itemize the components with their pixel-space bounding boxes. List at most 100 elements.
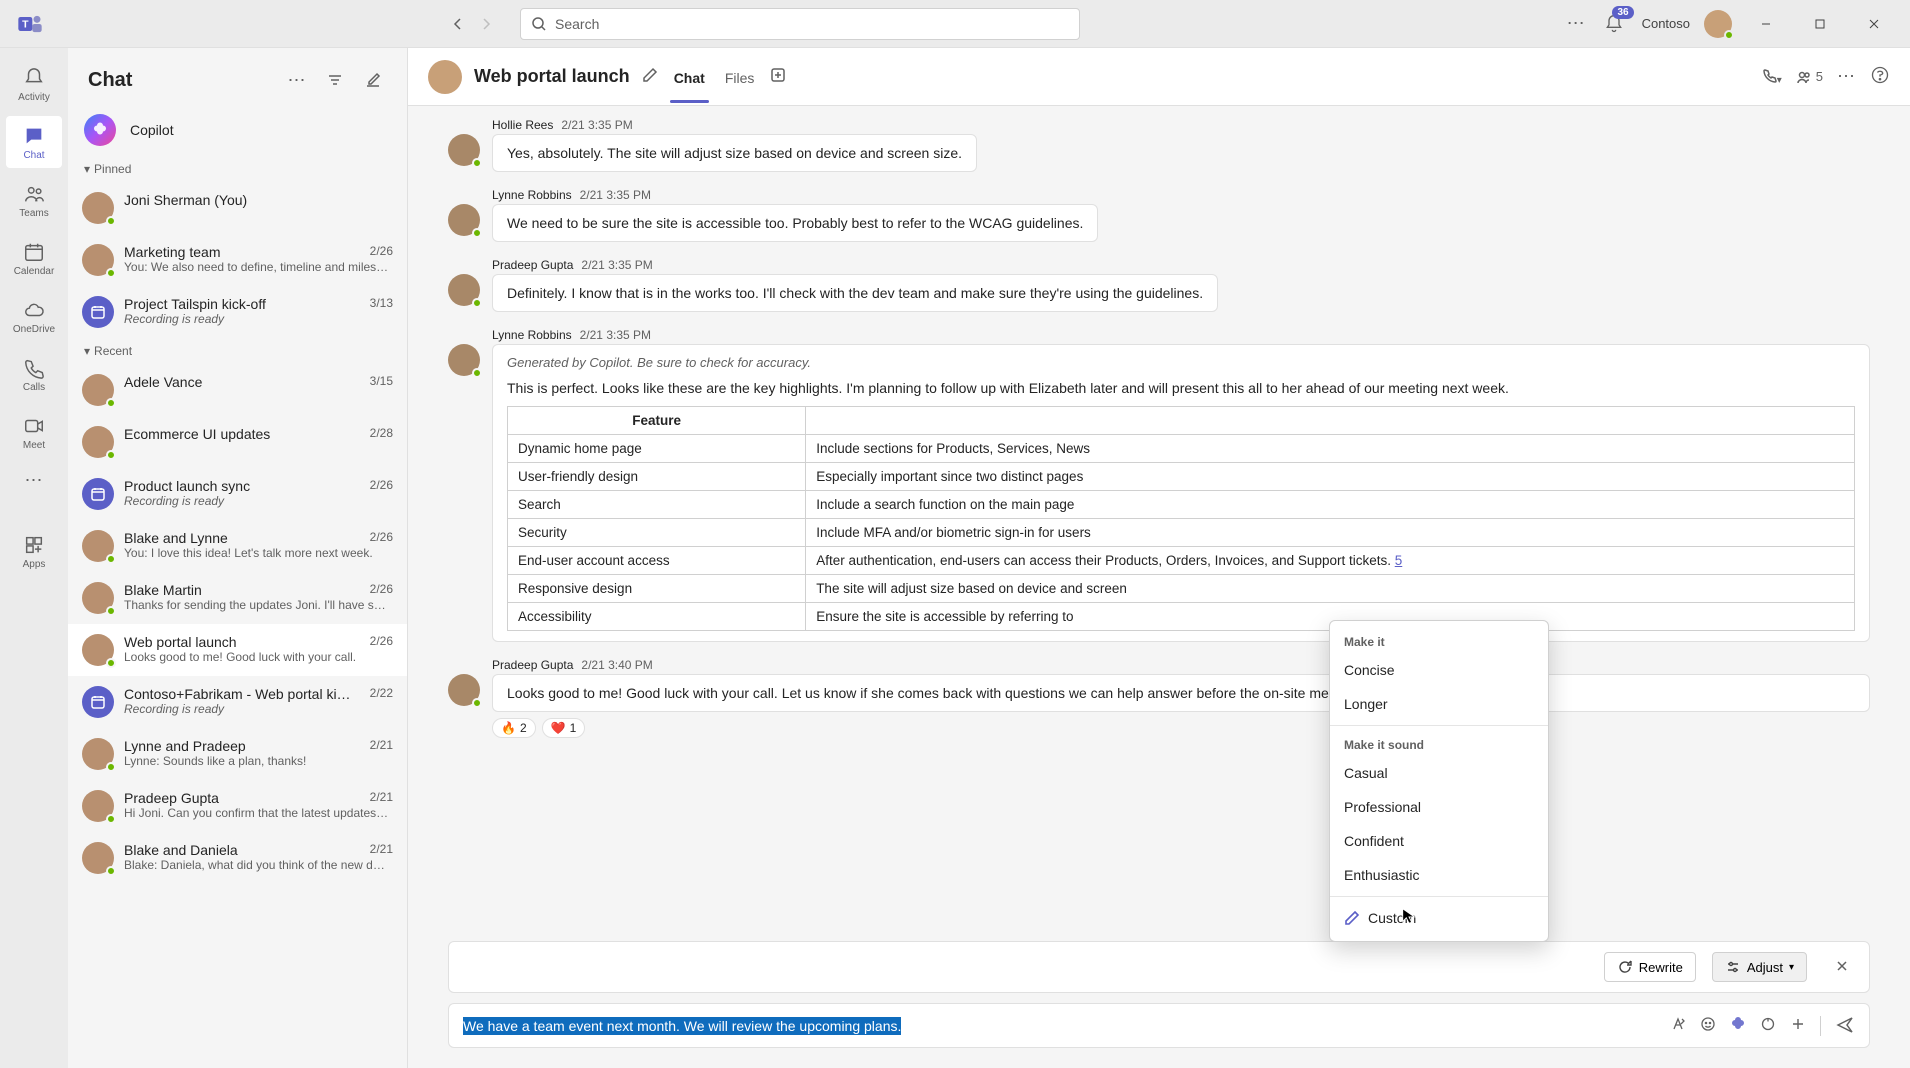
chat-list-item[interactable]: Marketing team2/26You: We also need to d… [68,234,407,286]
filter-button[interactable] [321,66,349,94]
chat-item-name: Joni Sherman (You) [124,192,247,208]
call-button[interactable]: ▾ [1761,67,1782,86]
reaction-fire[interactable]: 🔥 2 [492,718,536,738]
chat-item-name: Marketing team [124,244,220,260]
new-chat-button[interactable] [359,66,387,94]
compose-box[interactable]: We have a team event next month. We will… [448,1003,1870,1048]
rail-chat[interactable]: Chat [6,116,62,168]
adjust-enthusiastic[interactable]: Enthusiastic [1330,858,1548,892]
chat-list-item[interactable]: Ecommerce UI updates2/28 [68,416,407,468]
chat-item-preview: You: I love this idea! Let's talk more n… [124,546,393,560]
chat-item-name: Contoso+Fabrikam - Web portal ki… [124,686,351,702]
rail-apps[interactable]: Apps [6,525,62,577]
msg-bubble: Definitely. I know that is in the works … [492,274,1218,312]
conv-avatar [428,60,462,94]
caret-down-icon: ▾ [84,162,90,176]
more-button[interactable]: ⋯ [1567,13,1586,34]
msg-author: Lynne Robbins [492,328,572,342]
nav-forward-button[interactable] [472,10,500,38]
table-cell: The site will adjust size based on devic… [806,575,1855,603]
presence-dot [1724,30,1734,40]
compose-text[interactable]: We have a team event next month. We will… [463,1018,1662,1034]
copilot-compose-button[interactable] [1730,1016,1746,1035]
send-button[interactable] [1835,1015,1855,1038]
chat-list-item[interactable]: Contoso+Fabrikam - Web portal ki…2/22Rec… [68,676,407,728]
search-input[interactable]: Search [520,8,1080,40]
minimize-button[interactable] [1746,8,1786,40]
chat-item-name: Ecommerce UI updates [124,426,270,442]
chat-list-item[interactable]: Blake and Lynne2/26You: I love this idea… [68,520,407,572]
avatar [448,134,480,166]
close-button[interactable] [1854,8,1894,40]
avatar [448,344,480,376]
adjust-casual[interactable]: Casual [1330,756,1548,790]
tab-chat[interactable]: Chat [670,52,709,102]
message: Hollie Rees2/21 3:35 PMYes, absolutely. … [448,116,1870,172]
rail-calendar[interactable]: Calendar [6,232,62,284]
copilot-item[interactable]: Copilot [68,104,407,156]
add-tab-button[interactable] [770,67,786,86]
format-button[interactable] [1670,1016,1686,1035]
caret-down-icon: ▾ [84,344,90,358]
conv-more-button[interactable]: ⋯ [1837,66,1856,87]
adjust-professional[interactable]: Professional [1330,790,1548,824]
chat-list-item[interactable]: Blake Martin2/26Thanks for sending the u… [68,572,407,624]
rail-onedrive[interactable]: OneDrive [6,290,62,342]
apps-icon [22,533,46,557]
rail-more-button[interactable]: ⋯ [25,470,44,491]
chat-list-item[interactable]: Web portal launch2/26Looks good to me! G… [68,624,407,676]
copilot-pane-button[interactable] [1870,65,1890,88]
chatlist-more-button[interactable]: ⋯ [283,66,311,94]
search-placeholder: Search [555,16,599,32]
copilot-compose-bar: Rewrite Adjust ▾ Make it Concise Longer [448,941,1870,993]
rail-label: Chat [23,150,44,161]
avatar [82,426,114,458]
msg-author: Pradeep Gupta [492,658,573,672]
chat-list-item[interactable]: Adele Vance3/15 [68,364,407,416]
table-cell: Especially important since two distinct … [806,463,1855,491]
avatar [82,738,114,770]
chat-list-item[interactable]: Joni Sherman (You) [68,182,407,234]
edit-title-button[interactable] [642,67,658,86]
adjust-menu: Make it Concise Longer Make it sound Cas… [1329,620,1549,942]
people-button[interactable]: 5 [1796,69,1823,85]
conversation-header: Web portal launch Chat Files ▾ 5 ⋯ [408,48,1910,106]
adjust-custom[interactable]: Custom [1330,901,1548,935]
avatar [448,674,480,706]
reference-link[interactable]: 5 [1395,553,1403,568]
chat-list-item[interactable]: Lynne and Pradeep2/21Lynne: Sounds like … [68,728,407,780]
tab-files[interactable]: Files [721,52,759,102]
chat-list-item[interactable]: Product launch sync2/26Recording is read… [68,468,407,520]
emoji-button[interactable] [1700,1016,1716,1035]
chat-list-item[interactable]: Blake and Daniela2/21Blake: Daniela, wha… [68,832,407,884]
loop-button[interactable] [1760,1016,1776,1035]
rail-calls[interactable]: Calls [6,348,62,400]
rail-meet[interactable]: Meet [6,406,62,458]
reaction-heart[interactable]: ❤️ 1 [542,718,586,738]
nav-back-button[interactable] [444,10,472,38]
adjust-button[interactable]: Adjust ▾ [1712,952,1807,982]
msg-time: 2/21 3:35 PM [581,258,652,272]
close-copilot-bar[interactable] [1829,953,1855,982]
chat-item-preview: Hi Joni. Can you confirm that the latest… [124,806,393,820]
app-rail: Activity Chat Teams Calendar OneDrive Ca… [0,48,68,1068]
menu-section-label: Make it [1330,627,1548,653]
user-avatar[interactable] [1704,10,1732,38]
maximize-button[interactable] [1800,8,1840,40]
rail-teams[interactable]: Teams [6,174,62,226]
recent-section-header[interactable]: ▾Recent [68,338,407,364]
message: Lynne Robbins2/21 3:35 PMWe need to be s… [448,186,1870,242]
rewrite-button[interactable]: Rewrite [1604,952,1696,982]
adjust-concise[interactable]: Concise [1330,653,1548,687]
rail-activity[interactable]: Activity [6,58,62,110]
pinned-section-header[interactable]: ▾Pinned [68,156,407,182]
table-cell: Responsive design [508,575,806,603]
notifications-button[interactable]: 36 [1600,10,1628,38]
message: Pradeep Gupta2/21 3:35 PMDefinitely. I k… [448,256,1870,312]
attach-button[interactable] [1790,1016,1806,1035]
chat-list-item[interactable]: Pradeep Gupta2/21Hi Joni. Can you confir… [68,780,407,832]
adjust-longer[interactable]: Longer [1330,687,1548,721]
chat-list-item[interactable]: Project Tailspin kick-off3/13Recording i… [68,286,407,338]
chat-icon [22,124,46,148]
adjust-confident[interactable]: Confident [1330,824,1548,858]
